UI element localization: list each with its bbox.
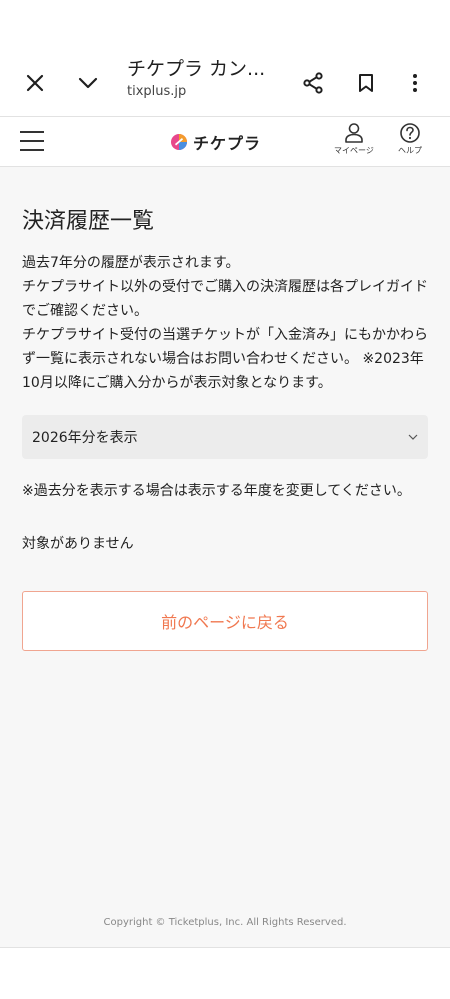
status-bar-area bbox=[0, 0, 450, 50]
description-line: チケプラサイト以外の受付でご購入の決済履歴は各プレイガイドでご確認ください。 bbox=[22, 279, 428, 319]
logo-text: チケプラ bbox=[193, 134, 262, 153]
menu-icon[interactable] bbox=[20, 131, 44, 151]
page-url: tixplus.jp bbox=[127, 84, 187, 99]
copyright: Copyright © Ticketplus, Inc. All Rights … bbox=[103, 917, 347, 928]
page-title: 決済履歴一覧 bbox=[22, 209, 155, 234]
description-line: チケプラサイト受付の当選チケットが「入金済み」にもかかわらず一覧に表示されない場… bbox=[22, 327, 428, 391]
year-select-value: 2026年分を表示 bbox=[32, 430, 138, 446]
user-icon bbox=[345, 123, 363, 143]
browser-toolbar: チケプラ カン... tixplus.jp bbox=[0, 50, 450, 116]
chevron-down-icon[interactable] bbox=[72, 67, 104, 99]
logo-icon bbox=[171, 134, 187, 150]
description: 過去7年分の履歴が表示されます。 チケプラサイト以外の受付でご購入の決済履歴は各… bbox=[22, 251, 428, 395]
page-tab-title: チケプラ カン... bbox=[127, 58, 266, 80]
year-select[interactable]: 2026年分を表示 bbox=[22, 415, 428, 459]
share-icon[interactable] bbox=[297, 67, 329, 99]
help-button[interactable]: ヘルプ bbox=[398, 122, 422, 156]
help-icon bbox=[400, 123, 420, 143]
back-button[interactable]: 前のページに戻る bbox=[22, 591, 428, 651]
bookmark-icon[interactable] bbox=[350, 67, 382, 99]
close-icon[interactable] bbox=[19, 67, 51, 99]
help-label: ヘルプ bbox=[398, 146, 422, 155]
chevron-down-icon bbox=[408, 434, 418, 440]
site-header: チケプラ マイページ ヘルプ bbox=[0, 116, 450, 167]
empty-message: 対象がありません bbox=[22, 536, 134, 552]
year-note: ※過去分を表示する場合は表示する年度を変更してください。 bbox=[22, 483, 411, 499]
more-vert-icon[interactable] bbox=[399, 67, 431, 99]
mypage-button[interactable]: マイページ bbox=[334, 122, 374, 156]
site-logo[interactable]: チケプラ bbox=[170, 130, 261, 154]
browser-title-area[interactable]: チケプラ カン... tixplus.jp bbox=[127, 56, 265, 99]
description-line: 過去7年分の履歴が表示されます。 bbox=[22, 255, 240, 271]
mypage-label: マイページ bbox=[334, 146, 374, 155]
main-content: 決済履歴一覧 過去7年分の履歴が表示されます。 チケプラサイト以外の受付でご購入… bbox=[0, 167, 450, 947]
bottom-area bbox=[0, 947, 450, 999]
